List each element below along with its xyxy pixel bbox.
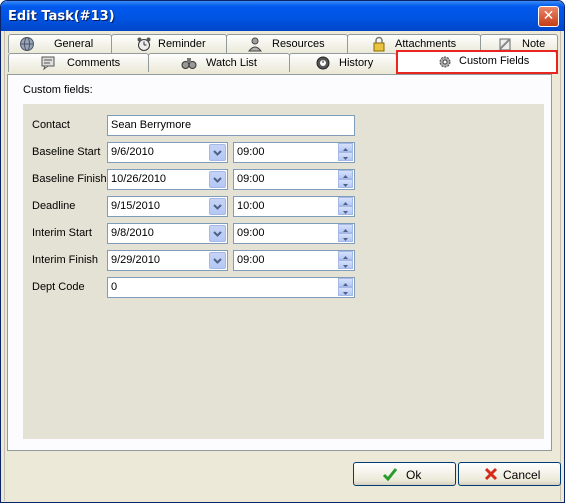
tab-label: History: [339, 57, 374, 69]
ok-button[interactable]: Ok: [353, 462, 456, 486]
user-icon: [247, 37, 263, 52]
tab-reminder[interactable]: Reminder: [111, 34, 227, 53]
interim-start-time-field[interactable]: 09:00: [233, 223, 355, 244]
spin-down-icon[interactable]: [338, 179, 353, 188]
binoculars-icon: [181, 58, 197, 69]
chevron-down-icon[interactable]: [209, 144, 226, 161]
spin-buttons[interactable]: [338, 251, 353, 270]
chevron-down-icon[interactable]: [209, 198, 226, 215]
time-value: 09:00: [237, 227, 265, 239]
interim-finish-date-field[interactable]: 9/29/2010: [107, 250, 228, 271]
cancel-button[interactable]: Cancel: [458, 462, 561, 486]
spin-buttons[interactable]: [338, 170, 353, 189]
interim-start-date-field[interactable]: 9/8/2010: [107, 223, 228, 244]
tab-label: General: [54, 38, 94, 50]
tab-general[interactable]: General: [8, 34, 112, 53]
globe-icon: [20, 37, 34, 51]
history-icon: [316, 56, 330, 70]
deadline-date-field[interactable]: 9/15/2010: [107, 196, 228, 217]
spin-up-icon[interactable]: [338, 224, 353, 233]
highlight-box: [396, 50, 558, 74]
checkmark-icon: [382, 468, 398, 482]
date-value: 10/26/2010: [111, 173, 167, 185]
baseline-finish-time-field[interactable]: 09:00: [233, 169, 355, 190]
contact-value: Sean Berrymore: [111, 119, 192, 131]
baseline-finish-label: Baseline Finish: [32, 173, 107, 185]
spin-down-icon[interactable]: [338, 152, 353, 161]
time-value: 09:00: [237, 146, 265, 158]
chevron-down-icon[interactable]: [209, 225, 226, 242]
spin-up-icon[interactable]: [338, 197, 353, 206]
time-value: 10:00: [237, 200, 265, 212]
date-value: 9/29/2010: [111, 254, 160, 266]
tab-watch-list[interactable]: Watch List: [148, 53, 290, 72]
tab-label: Comments: [67, 57, 121, 69]
section-label: Custom fields:: [23, 84, 93, 96]
cancel-label: Cancel: [503, 468, 541, 482]
dept-code-field[interactable]: 0: [107, 277, 355, 298]
chevron-down-icon[interactable]: [209, 171, 226, 188]
baseline-start-time-field[interactable]: 09:00: [233, 142, 355, 163]
tab-label: Note: [522, 38, 546, 50]
alarm-clock-icon: [137, 37, 151, 51]
lock-icon: [373, 36, 385, 52]
ok-label: Ok: [406, 468, 422, 482]
spin-up-icon[interactable]: [338, 278, 353, 287]
baseline-start-label: Baseline Start: [32, 146, 101, 158]
tab-label: Attachments: [395, 38, 457, 50]
tab-history[interactable]: History: [289, 53, 397, 72]
spin-down-icon[interactable]: [338, 233, 353, 242]
spin-up-icon[interactable]: [338, 170, 353, 179]
spin-down-icon[interactable]: [338, 287, 353, 296]
spin-down-icon[interactable]: [338, 260, 353, 269]
chevron-down-icon[interactable]: [209, 252, 226, 269]
spin-up-icon[interactable]: [338, 143, 353, 152]
edit-task-window: Edit Task(#13) ✕ General Reminder Resour…: [0, 0, 565, 503]
window-title: Edit Task(#13): [8, 9, 115, 24]
baseline-finish-date-field[interactable]: 10/26/2010: [107, 169, 228, 190]
deadline-label: Deadline: [32, 200, 76, 212]
date-value: 9/8/2010: [111, 227, 154, 239]
dept-code-label: Dept Code: [32, 281, 85, 293]
tab-label: Resources: [272, 38, 325, 50]
tab-comments[interactable]: Comments: [8, 53, 149, 72]
spin-buttons[interactable]: [338, 143, 353, 162]
spin-buttons[interactable]: [338, 278, 353, 297]
contact-field[interactable]: Sean Berrymore: [107, 115, 355, 136]
interim-start-label: Interim Start: [32, 227, 92, 239]
title-bar[interactable]: Edit Task(#13) ✕: [1, 1, 564, 31]
spin-buttons[interactable]: [338, 224, 353, 243]
spin-down-icon[interactable]: [338, 206, 353, 215]
spin-buttons[interactable]: [338, 197, 353, 216]
date-value: 9/6/2010: [111, 146, 154, 158]
deadline-time-field[interactable]: 10:00: [233, 196, 355, 217]
tab-label: Reminder: [158, 38, 206, 50]
spin-up-icon[interactable]: [338, 251, 353, 260]
interim-finish-label: Interim Finish: [32, 254, 99, 266]
time-value: 09:00: [237, 173, 265, 185]
baseline-start-date-field[interactable]: 9/6/2010: [107, 142, 228, 163]
comments-icon: [41, 56, 55, 71]
dept-code-value: 0: [111, 281, 118, 293]
interim-finish-time-field[interactable]: 09:00: [233, 250, 355, 271]
tab-label: Watch List: [206, 57, 257, 69]
close-icon: ✕: [542, 8, 555, 24]
tab-resources[interactable]: Resources: [226, 34, 348, 53]
contact-label: Contact: [32, 119, 70, 131]
cancel-x-icon: [484, 467, 498, 481]
date-value: 9/15/2010: [111, 200, 160, 212]
close-button[interactable]: ✕: [538, 6, 559, 27]
time-value: 09:00: [237, 254, 265, 266]
